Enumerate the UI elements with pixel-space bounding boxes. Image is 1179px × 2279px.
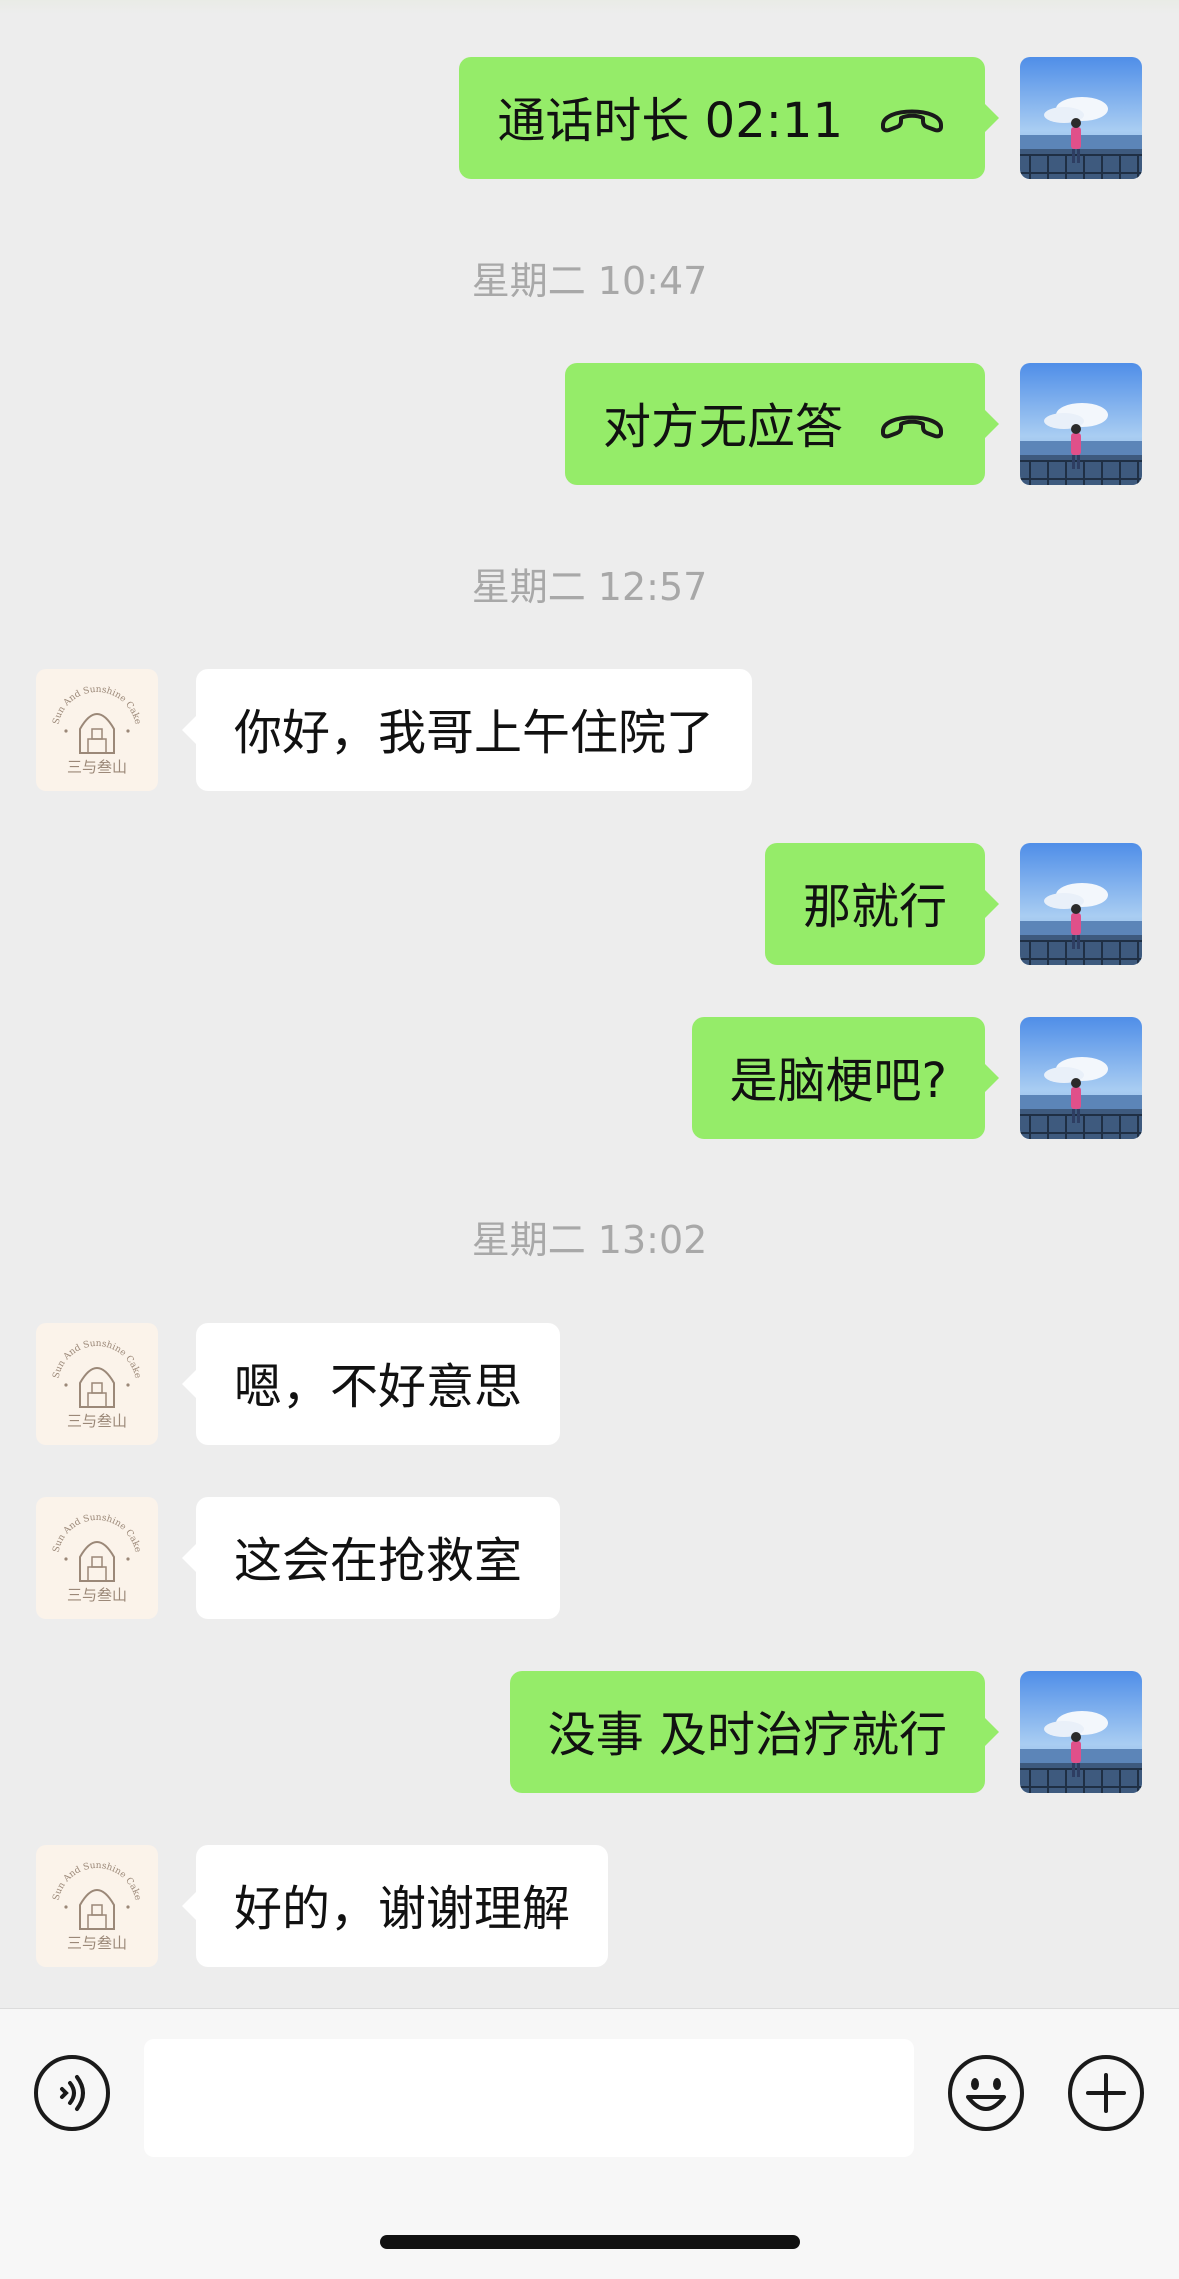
avatar-photo-sea [1020,1017,1142,1139]
message-text: 对方无应答 [602,399,843,455]
message-bubble-sent[interactable]: 没事 及时治疗就行 [509,1671,1000,1793]
message-bubble-received[interactable]: 你好，我哥上午住院了 [181,669,753,791]
message-text: 好的，谢谢理解 [234,1881,571,1937]
emoji-icon[interactable] [946,2053,1026,2133]
cake-logo-avatar: Sun And Sunshine Cake 三与叁山 [36,1497,158,1619]
home-indicator[interactable] [380,2235,800,2249]
message-bubble-sent[interactable]: 是脑梗吧? [691,1017,1000,1139]
message-bubble-call-duration[interactable]: 通话时长 02:11 [459,57,999,179]
message-bubble-sent[interactable]: 那就行 [764,843,1000,965]
cake-logo-avatar: Sun And Sunshine Cake 三与叁山 [36,1323,158,1445]
avatar-photo-sea [1020,1671,1142,1793]
contact-avatar[interactable]: Sun And Sunshine Cake 三与叁山 [36,1497,158,1619]
message-text: 那就行 [802,879,947,935]
message-text: 没事 及时治疗就行 [547,1707,947,1763]
phone-hangup-icon [881,415,943,439]
message-bubble-received[interactable]: 嗯，不好意思 [181,1323,561,1445]
logo-chinese-text: 三与叁山 [67,1586,127,1604]
avatar-photo-sea [1020,363,1142,485]
message-input-bar [0,2008,1179,2279]
message-bubble-received[interactable]: 好的，谢谢理解 [181,1845,609,1967]
contact-avatar[interactable]: Sun And Sunshine Cake 三与叁山 [36,669,158,791]
self-avatar[interactable] [1020,57,1142,179]
self-avatar[interactable] [1020,363,1142,485]
cake-logo-avatar: Sun And Sunshine Cake 三与叁山 [36,1845,158,1967]
avatar-photo-sea [1020,843,1142,965]
voice-mode-icon[interactable] [32,2053,112,2133]
cake-logo-avatar: Sun And Sunshine Cake 三与叁山 [36,669,158,791]
self-avatar[interactable] [1020,1671,1142,1793]
self-avatar[interactable] [1020,843,1142,965]
message-text-input[interactable] [144,2039,914,2157]
message-text: 通话时长 02:11 [497,93,843,149]
message-bubble-no-answer[interactable]: 对方无应答 [564,363,1000,485]
plus-icon[interactable] [1066,2053,1146,2133]
avatar-photo-sea [1020,57,1142,179]
timestamp: 星期二 10:47 [471,259,708,303]
message-text: 这会在抢救室 [234,1533,523,1589]
contact-avatar[interactable]: Sun And Sunshine Cake 三与叁山 [36,1323,158,1445]
chat-message-list[interactable]: 通话时长 02:11 星期二 10:47 对方无应答 星期二 12:57 Sun… [0,0,1179,2008]
timestamp: 星期二 12:57 [471,565,708,609]
message-text: 是脑梗吧? [729,1053,947,1109]
logo-chinese-text: 三与叁山 [67,758,127,776]
message-bubble-received[interactable]: 这会在抢救室 [181,1497,561,1619]
self-avatar[interactable] [1020,1017,1142,1139]
logo-chinese-text: 三与叁山 [67,1412,127,1430]
phone-hangup-icon [881,109,943,133]
logo-chinese-text: 三与叁山 [67,1934,127,1952]
message-text: 嗯，不好意思 [234,1359,523,1415]
contact-avatar[interactable]: Sun And Sunshine Cake 三与叁山 [36,1845,158,1967]
message-text: 你好，我哥上午住院了 [234,705,715,761]
timestamp: 星期二 13:02 [471,1218,708,1262]
